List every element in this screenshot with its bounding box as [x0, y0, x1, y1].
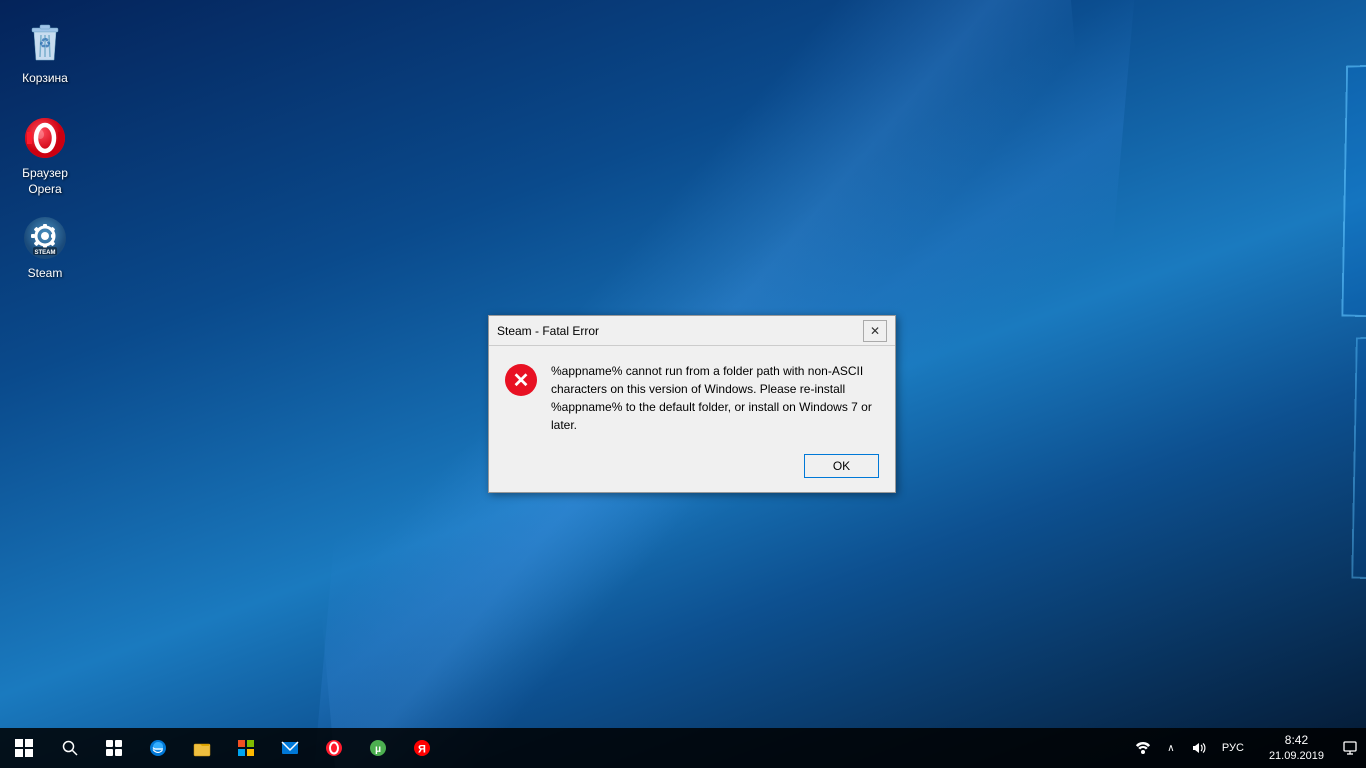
- opera-icon: [21, 114, 69, 162]
- yandex-taskbar-button[interactable]: Я: [400, 728, 444, 768]
- recycle-bin-icon: ♻: [21, 19, 69, 67]
- taskbar: μ Я ∧: [0, 728, 1366, 768]
- volume-tray-icon[interactable]: [1187, 728, 1211, 768]
- task-view-button[interactable]: [92, 728, 136, 768]
- dialog-footer: OK: [489, 446, 895, 492]
- store-taskbar-button[interactable]: [224, 728, 268, 768]
- svg-text:μ: μ: [375, 744, 381, 755]
- opera-taskbar-button[interactable]: [312, 728, 356, 768]
- clock-date: 21.09.2019: [1269, 749, 1324, 764]
- dialog-close-button[interactable]: ✕: [863, 320, 887, 342]
- language-indicator[interactable]: РУС: [1215, 728, 1251, 768]
- chevron-tray-icon[interactable]: ∧: [1159, 728, 1183, 768]
- mail-taskbar-button[interactable]: [268, 728, 312, 768]
- desktop: ♻ Корзина: [0, 0, 1366, 768]
- system-clock[interactable]: 8:42 21.09.2019: [1259, 728, 1334, 768]
- search-button[interactable]: [48, 728, 92, 768]
- start-button[interactable]: [0, 728, 48, 768]
- steam-icon: STEAM: [21, 214, 69, 262]
- desktop-icon-opera[interactable]: Браузер Opera: [5, 110, 85, 201]
- opera-label: Браузер Opera: [22, 166, 68, 197]
- clock-time: 8:42: [1285, 732, 1308, 749]
- steam-label: Steam: [28, 266, 63, 282]
- dialog-title: Steam - Fatal Error: [497, 324, 863, 338]
- file-explorer-taskbar-button[interactable]: [180, 728, 224, 768]
- network-tray-icon[interactable]: [1131, 728, 1155, 768]
- fatal-error-dialog: Steam - Fatal Error ✕ ✕ %appname% cannot…: [488, 315, 896, 493]
- dialog-titlebar: Steam - Fatal Error ✕: [489, 316, 895, 346]
- dialog-message: %appname% cannot run from a folder path …: [551, 362, 879, 434]
- error-icon: ✕: [505, 364, 537, 396]
- edge-taskbar-button[interactable]: [136, 728, 180, 768]
- desktop-icon-steam[interactable]: STEAM Steam: [5, 210, 85, 286]
- ok-button[interactable]: OK: [804, 454, 879, 478]
- utorrent-taskbar-button[interactable]: μ: [356, 728, 400, 768]
- desktop-icon-recycle-bin[interactable]: ♻ Корзина: [5, 15, 85, 91]
- dialog-body: ✕ %appname% cannot run from a folder pat…: [489, 346, 895, 446]
- action-center-button[interactable]: [1334, 728, 1366, 768]
- svg-text:Я: Я: [418, 744, 426, 756]
- system-tray: ∧ РУС: [1123, 728, 1259, 768]
- svg-text:STEAM: STEAM: [35, 250, 56, 256]
- recycle-bin-label: Корзина: [22, 71, 68, 87]
- svg-text:♻: ♻: [39, 35, 52, 51]
